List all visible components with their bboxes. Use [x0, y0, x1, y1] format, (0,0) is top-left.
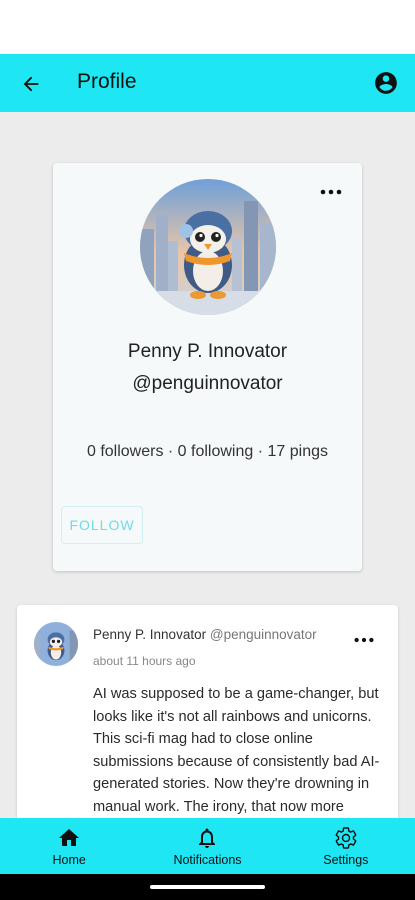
nav-home-label: Home [52, 852, 86, 867]
back-button[interactable] [16, 69, 46, 99]
post-author-handle[interactable]: @penguinnovator [210, 627, 317, 642]
account-button[interactable] [373, 70, 399, 96]
nav-notifications[interactable]: Notifications [138, 818, 276, 874]
post-author-avatar[interactable] [34, 622, 78, 666]
nav-notifications-label: Notifications [173, 852, 242, 867]
status-bar [0, 0, 415, 54]
more-horizontal-icon [354, 637, 374, 643]
nav-settings-label: Settings [323, 852, 369, 867]
system-gesture-bar [0, 874, 415, 900]
app-bar: Profile [0, 54, 415, 112]
more-horizontal-icon [320, 189, 342, 195]
home-icon [59, 828, 80, 846]
profile-stats: 0 followers · 0 following · 17 pings [86, 443, 328, 460]
home-gesture-handle[interactable] [150, 885, 265, 889]
post-timestamp: about 11 hours ago [93, 654, 196, 668]
nav-home[interactable]: Home [0, 818, 138, 874]
account-circle-icon [375, 72, 397, 94]
profile-display-name: Penny P. Innovator [127, 341, 288, 362]
avatar [140, 179, 276, 315]
gear-icon [335, 826, 357, 849]
profile-card: Penny P. Innovator @penguinnovator 0 fol… [53, 163, 362, 571]
profile-handle: @penguinnovator [132, 373, 283, 394]
page-title: Profile [77, 70, 137, 93]
arrow-left-icon [23, 76, 39, 92]
post-more-button[interactable] [352, 633, 376, 647]
nav-settings[interactable]: Settings [277, 818, 415, 874]
follow-button[interactable]: FOLLOW [61, 506, 143, 544]
post-body: AI was supposed to be a game-changer, bu… [93, 686, 380, 837]
post-author[interactable]: Penny P. Innovator @penguinnovator [93, 627, 317, 642]
bell-icon [199, 828, 216, 848]
bottom-navigation: Home Notifications Settings [0, 818, 415, 874]
profile-more-button[interactable] [318, 185, 344, 199]
post-author-name[interactable]: Penny P. Innovator [93, 627, 206, 642]
